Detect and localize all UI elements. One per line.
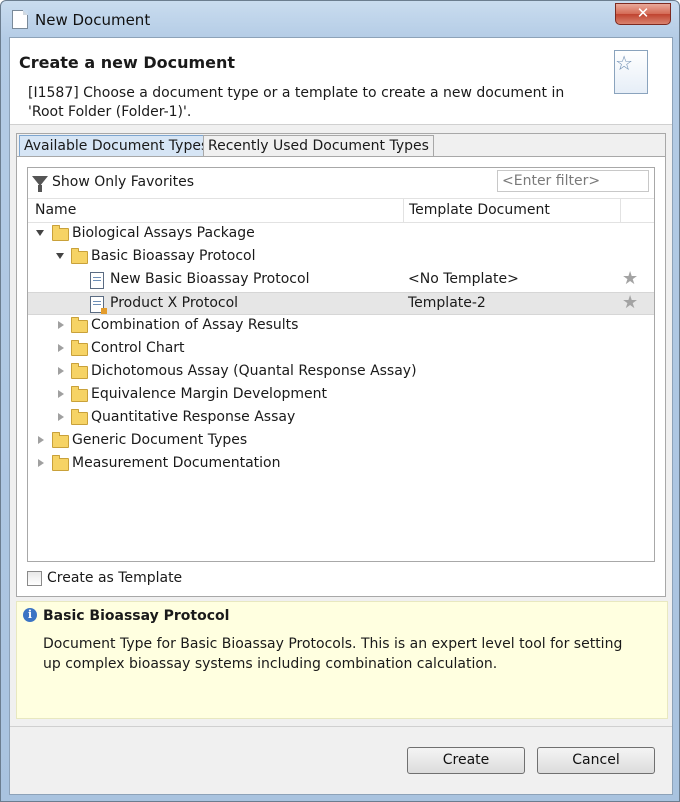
folder-icon [52, 455, 69, 471]
new-document-icon: ☆ [614, 50, 648, 94]
tree-item-label: Product X Protocol [110, 295, 239, 311]
folder-icon [71, 409, 88, 425]
tree-item-biological-assays-package[interactable]: Biological Assays Package [28, 223, 654, 246]
favorites-label: Show Only Favorites [52, 174, 194, 190]
tree-item-label: Quantitative Response Assay [91, 409, 296, 425]
document-type-icon [90, 272, 104, 289]
collapse-arrow-icon[interactable] [38, 436, 44, 444]
document-type-tree: Biological Assays Package Basic Bioassay… [28, 223, 654, 476]
tree-item-generic-document-types[interactable]: Generic Document Types [28, 430, 654, 453]
description-panel: i Basic Bioassay Protocol Document Type … [16, 601, 668, 719]
header-message: [I1587] Choose a document type or a temp… [28, 85, 565, 120]
title-bar[interactable]: New Document ✕ [1, 1, 679, 37]
column-name[interactable]: Name [35, 202, 76, 218]
column-divider [620, 199, 621, 222]
filter-icon [32, 176, 48, 192]
filter-input[interactable] [497, 170, 649, 192]
tab-strip: Available Document Types Recently Used D… [17, 134, 665, 157]
tree-item-equivalence-margin-development[interactable]: Equivalence Margin Development [28, 384, 654, 407]
tab-available-document-types[interactable]: Available Document Types [19, 135, 214, 156]
favorite-star-icon[interactable]: ★ [622, 268, 638, 289]
collapse-arrow-icon[interactable] [58, 344, 64, 352]
tree-item-combination-of-assay-results[interactable]: Combination of Assay Results [28, 315, 654, 338]
close-button[interactable]: ✕ [615, 3, 671, 25]
collapse-arrow-icon[interactable] [58, 390, 64, 398]
column-template-document[interactable]: Template Document [409, 202, 550, 218]
wizard-header: Create a new Document [I1587] Choose a d… [10, 38, 672, 125]
document-icon [12, 10, 28, 29]
tab-recently-used-document-types[interactable]: Recently Used Document Types [203, 135, 434, 156]
template-cell: <No Template> [408, 271, 519, 287]
window-title: New Document [35, 11, 151, 29]
tree-item-quantitative-response-assay[interactable]: Quantitative Response Assay [28, 407, 654, 430]
column-header: Name Template Document [28, 198, 654, 223]
dialog-window: New Document ✕ Create a new Document [I1… [0, 0, 680, 802]
template-cell: Template-2 [408, 295, 486, 311]
tree-item-new-basic-bioassay-protocol[interactable]: New Basic Bioassay Protocol <No Template… [28, 268, 654, 292]
tree-item-dichotomous-assay[interactable]: Dichotomous Assay (Quantal Response Assa… [28, 361, 654, 384]
folder-icon [71, 340, 88, 356]
folder-icon [52, 432, 69, 448]
page-title: Create a new Document [19, 53, 236, 72]
create-as-template-label: Create as Template [47, 570, 183, 586]
info-icon: i [23, 608, 37, 622]
collapse-arrow-icon[interactable] [58, 413, 64, 421]
folder-icon [71, 317, 88, 333]
description-body: Document Type for Basic Bioassay Protoco… [43, 636, 623, 672]
tree-item-label: Generic Document Types [72, 432, 248, 448]
document-type-panel: Show Only Favorites Name Template Docume… [27, 167, 655, 562]
tree-item-label: Equivalence Margin Development [91, 386, 328, 402]
expand-arrow-icon[interactable] [56, 253, 64, 259]
tree-item-label: Measurement Documentation [72, 455, 281, 471]
column-divider [403, 199, 404, 222]
dialog-client: Create a new Document [I1587] Choose a d… [9, 37, 673, 795]
create-button[interactable]: Create [407, 747, 525, 774]
star-icon: ☆ [615, 51, 633, 75]
cancel-button[interactable]: Cancel [537, 747, 655, 774]
tree-item-measurement-documentation[interactable]: Measurement Documentation [28, 453, 654, 476]
description-title: Basic Bioassay Protocol [43, 608, 230, 624]
folder-icon [71, 386, 88, 402]
tree-item-label: New Basic Bioassay Protocol [110, 271, 310, 287]
tree-item-label: Biological Assays Package [72, 225, 255, 241]
tree-item-control-chart[interactable]: Control Chart [28, 338, 654, 361]
tree-item-product-x-protocol[interactable]: Product X Protocol Template-2 ★ [28, 292, 654, 315]
tree-item-label: Basic Bioassay Protocol [91, 248, 256, 264]
template-document-icon [90, 296, 107, 314]
button-bar-divider [10, 726, 672, 727]
folder-icon [52, 225, 69, 241]
collapse-arrow-icon[interactable] [38, 459, 44, 467]
folder-icon [71, 248, 88, 264]
tree-item-label: Dichotomous Assay (Quantal Response Assa… [91, 363, 417, 379]
collapse-arrow-icon[interactable] [58, 321, 64, 329]
folder-icon [71, 363, 88, 379]
collapse-arrow-icon[interactable] [58, 367, 64, 375]
tree-item-basic-bioassay-protocol[interactable]: Basic Bioassay Protocol [28, 246, 654, 269]
favorite-star-icon[interactable]: ★ [622, 292, 638, 313]
tree-item-label: Control Chart [91, 340, 185, 356]
create-as-template-checkbox[interactable] [27, 571, 42, 586]
tab-pane: Available Document Types Recently Used D… [16, 133, 666, 597]
expand-arrow-icon[interactable] [36, 230, 44, 236]
tree-item-label: Combination of Assay Results [91, 317, 299, 333]
